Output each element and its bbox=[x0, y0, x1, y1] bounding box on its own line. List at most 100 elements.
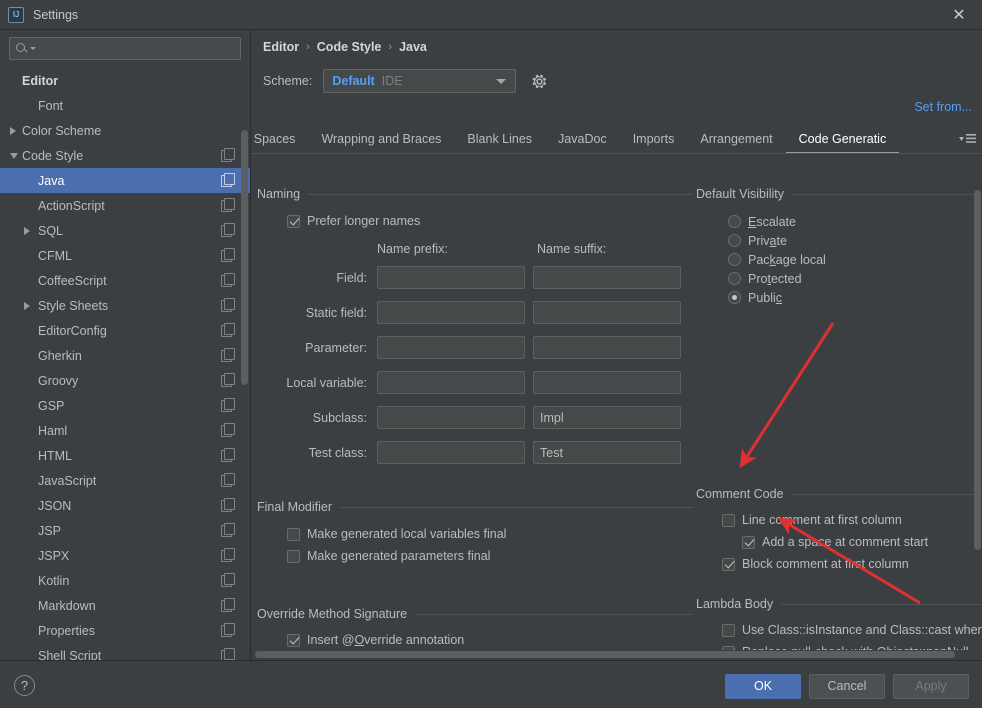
copy-scheme-icon[interactable] bbox=[221, 522, 235, 537]
copy-scheme-icon[interactable] bbox=[221, 597, 235, 612]
sidebar-item-javascript[interactable]: JavaScript bbox=[0, 468, 250, 493]
chevron-right-icon[interactable] bbox=[10, 126, 16, 135]
checkbox-make-generated-local-variables-final[interactable]: Make generated local variables final bbox=[287, 523, 697, 545]
sidebar-item-markdown[interactable]: Markdown bbox=[0, 593, 250, 618]
prefix-input-parameter[interactable] bbox=[377, 336, 525, 359]
help-icon[interactable]: ? bbox=[14, 675, 35, 696]
suffix-input-field[interactable] bbox=[533, 266, 681, 289]
tab-overflow-icon[interactable] bbox=[955, 129, 981, 149]
sidebar-item-shell-script[interactable]: Shell Script bbox=[0, 643, 250, 660]
prefix-input-test-class[interactable] bbox=[377, 441, 525, 464]
copy-scheme-icon[interactable] bbox=[221, 622, 235, 637]
copy-scheme-icon[interactable] bbox=[221, 222, 235, 237]
suffix-input-local-variable[interactable] bbox=[533, 371, 681, 394]
copy-scheme-icon[interactable] bbox=[221, 547, 235, 562]
sidebar-item-color-scheme[interactable]: Color Scheme bbox=[0, 118, 250, 143]
radio-package-local[interactable]: Package local bbox=[728, 250, 982, 269]
copy-scheme-icon[interactable] bbox=[221, 172, 235, 187]
checkbox-box[interactable] bbox=[287, 549, 300, 563]
radio-protected[interactable]: Protected bbox=[728, 269, 982, 288]
checkbox-make-generated-parameters-final[interactable]: Make generated parameters final bbox=[287, 545, 697, 567]
checkbox-line-comment-at-first-column[interactable]: Line comment at first column bbox=[722, 509, 982, 531]
breadcrumb-item-editor[interactable]: Editor bbox=[263, 40, 299, 54]
breadcrumb-item-java[interactable]: Java bbox=[399, 40, 427, 54]
sidebar-item-sql[interactable]: SQL bbox=[0, 218, 250, 243]
copy-scheme-icon[interactable] bbox=[221, 397, 235, 412]
prefix-input-local-variable[interactable] bbox=[377, 371, 525, 394]
suffix-input-static-field[interactable] bbox=[533, 301, 681, 324]
checkbox-box[interactable] bbox=[287, 633, 300, 647]
copy-scheme-icon[interactable] bbox=[221, 272, 235, 287]
checkbox-box[interactable] bbox=[722, 513, 735, 527]
copy-scheme-icon[interactable] bbox=[221, 422, 235, 437]
checkbox-prefer-longer-names[interactable]: Prefer longer names bbox=[287, 210, 697, 232]
copy-scheme-icon[interactable] bbox=[221, 247, 235, 262]
copy-scheme-icon[interactable] bbox=[221, 497, 235, 512]
suffix-input-parameter[interactable] bbox=[533, 336, 681, 359]
checkbox-box[interactable] bbox=[742, 535, 755, 549]
set-from-link[interactable]: Set from... bbox=[914, 100, 972, 114]
search-input[interactable] bbox=[40, 38, 240, 59]
radio-escalate[interactable]: Escalate bbox=[728, 212, 982, 231]
sidebar-item-actionscript[interactable]: ActionScript bbox=[0, 193, 250, 218]
tab-spaces[interactable]: Spaces bbox=[251, 125, 308, 153]
tab-imports[interactable]: Imports bbox=[620, 125, 688, 153]
tab-wrapping-and-braces[interactable]: Wrapping and Braces bbox=[308, 125, 454, 153]
content-horizontal-scrollbar-thumb[interactable] bbox=[255, 651, 955, 658]
copy-scheme-icon[interactable] bbox=[221, 297, 235, 312]
prefix-input-static-field[interactable] bbox=[377, 301, 525, 324]
sidebar-item-gsp[interactable]: GSP bbox=[0, 393, 250, 418]
radio-private[interactable]: Private bbox=[728, 231, 982, 250]
apply-button[interactable]: Apply bbox=[893, 674, 969, 699]
sidebar-item-haml[interactable]: Haml bbox=[0, 418, 250, 443]
checkbox-box[interactable] bbox=[287, 214, 300, 228]
copy-scheme-icon[interactable] bbox=[221, 447, 235, 462]
sidebar-item-editor[interactable]: Editor bbox=[0, 68, 250, 93]
radio-button[interactable] bbox=[728, 234, 741, 247]
sidebar-item-editorconfig[interactable]: EditorConfig bbox=[0, 318, 250, 343]
chevron-down-icon[interactable] bbox=[30, 47, 36, 50]
sidebar-item-kotlin[interactable]: Kotlin bbox=[0, 568, 250, 593]
tab-blank-lines[interactable]: Blank Lines bbox=[454, 125, 545, 153]
checkbox-box[interactable] bbox=[287, 527, 300, 541]
content-horizontal-scrollbar-track[interactable] bbox=[251, 650, 982, 660]
search-box[interactable] bbox=[9, 37, 241, 60]
sidebar-scrollbar-thumb[interactable] bbox=[241, 130, 248, 385]
checkbox-insert-override-annotation[interactable]: Insert @Override annotation bbox=[287, 629, 697, 651]
radio-button[interactable] bbox=[728, 291, 741, 304]
prefix-input-field[interactable] bbox=[377, 266, 525, 289]
sidebar-item-code-style[interactable]: Code Style bbox=[0, 143, 250, 168]
copy-scheme-icon[interactable] bbox=[221, 572, 235, 587]
close-icon[interactable]: ✕ bbox=[936, 0, 982, 29]
chevron-right-icon[interactable] bbox=[24, 226, 30, 235]
copy-scheme-icon[interactable] bbox=[221, 647, 235, 660]
copy-scheme-icon[interactable] bbox=[221, 472, 235, 487]
sidebar-item-jsp[interactable]: JSP bbox=[0, 518, 250, 543]
copy-scheme-icon[interactable] bbox=[221, 372, 235, 387]
prefix-input-subclass[interactable] bbox=[377, 406, 525, 429]
breadcrumb-item-code-style[interactable]: Code Style bbox=[317, 40, 382, 54]
settings-tree[interactable]: Editor Font Color Scheme Code Style Java Acti… bbox=[0, 68, 250, 660]
sidebar-item-java[interactable]: Java bbox=[0, 168, 250, 193]
sidebar-item-properties[interactable]: Properties bbox=[0, 618, 250, 643]
chevron-down-icon[interactable] bbox=[10, 152, 18, 159]
suffix-input-test-class[interactable] bbox=[533, 441, 681, 464]
scheme-dropdown[interactable]: Default IDE bbox=[323, 69, 517, 93]
sidebar-item-groovy[interactable]: Groovy bbox=[0, 368, 250, 393]
radio-button[interactable] bbox=[728, 253, 741, 266]
sidebar-item-json[interactable]: JSON bbox=[0, 493, 250, 518]
gear-icon[interactable] bbox=[531, 73, 548, 90]
sidebar-item-cfml[interactable]: CFML bbox=[0, 243, 250, 268]
checkbox-block-comment-at-first-column[interactable]: Block comment at first column bbox=[722, 553, 982, 575]
copy-scheme-icon[interactable] bbox=[221, 347, 235, 362]
sidebar-item-style-sheets[interactable]: Style Sheets bbox=[0, 293, 250, 318]
sidebar-item-coffeescript[interactable]: CoffeeScript bbox=[0, 268, 250, 293]
checkbox-box[interactable] bbox=[722, 623, 735, 637]
radio-public[interactable]: Public bbox=[728, 288, 982, 307]
checkbox-add-a-space-at-comment-start[interactable]: Add a space at comment start bbox=[742, 531, 982, 553]
checkbox-box[interactable] bbox=[722, 557, 735, 571]
suffix-input-subclass[interactable] bbox=[533, 406, 681, 429]
radio-button[interactable] bbox=[728, 215, 741, 228]
tab-arrangement[interactable]: Arrangement bbox=[687, 125, 785, 153]
sidebar-item-html[interactable]: HTML bbox=[0, 443, 250, 468]
